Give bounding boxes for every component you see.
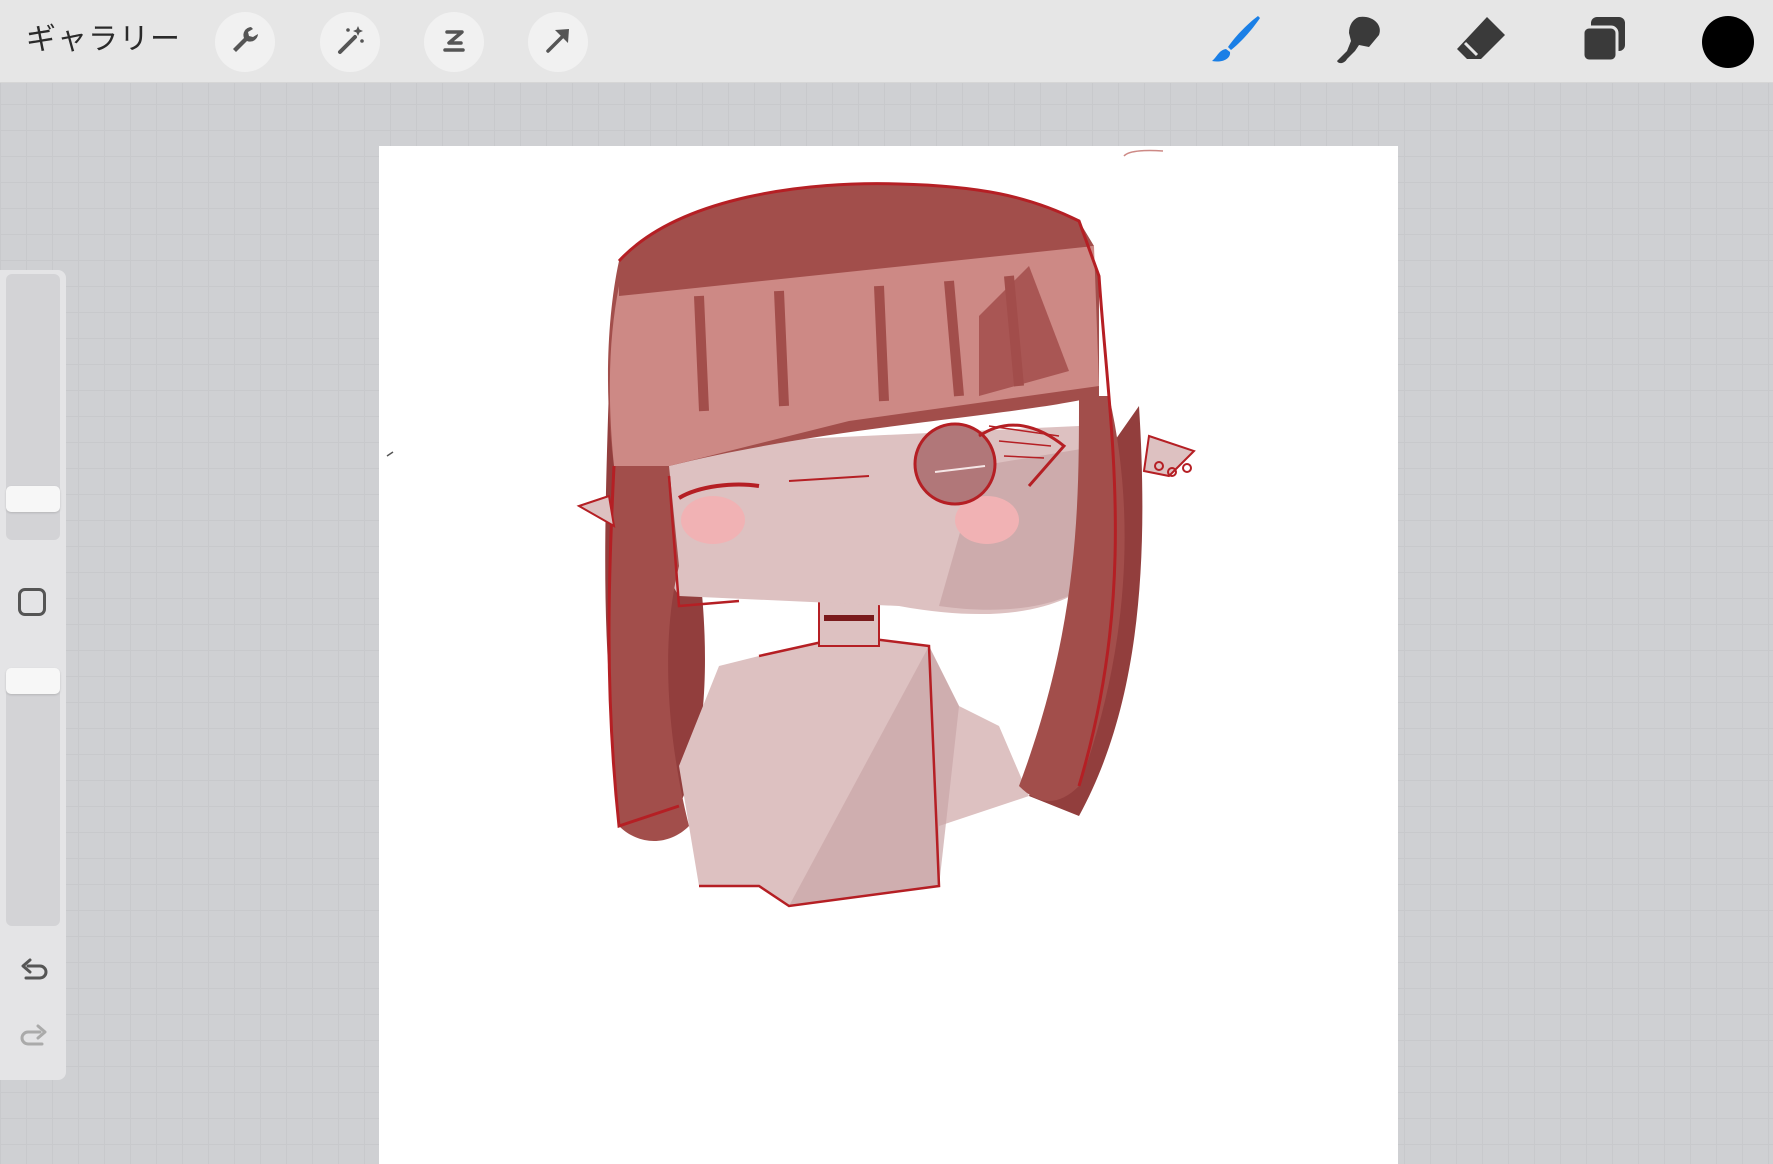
- brush-icon: [1206, 11, 1264, 73]
- magic-wand-icon: [333, 23, 367, 61]
- smudge-tool-button[interactable]: [1326, 10, 1390, 74]
- opacity-slider[interactable]: [6, 668, 60, 926]
- wrench-icon: [228, 23, 262, 61]
- character-sketch: [386, 149, 1196, 908]
- modify-button[interactable]: [18, 588, 46, 616]
- selection-button[interactable]: [424, 12, 484, 72]
- transform-arrow-icon: [541, 23, 575, 61]
- left-sidebar: [0, 270, 66, 1080]
- undo-button[interactable]: [14, 954, 54, 994]
- eraser-tool-button[interactable]: [1448, 10, 1512, 74]
- redo-button[interactable]: [14, 1020, 54, 1060]
- actions-button[interactable]: [215, 12, 275, 72]
- selection-icon: [437, 23, 471, 61]
- color-picker-button[interactable]: [1702, 16, 1754, 68]
- gallery-button[interactable]: ギャラリー: [26, 18, 181, 62]
- layers-button[interactable]: [1572, 10, 1636, 74]
- opacity-slider-thumb[interactable]: [6, 668, 60, 694]
- undo-icon: [18, 956, 50, 992]
- brush-size-slider-thumb[interactable]: [6, 486, 60, 512]
- transform-button[interactable]: [528, 12, 588, 72]
- smudge-icon: [1329, 11, 1387, 73]
- eraser-icon: [1451, 11, 1509, 73]
- drawing-canvas[interactable]: [379, 146, 1398, 1164]
- layers-icon: [1575, 11, 1633, 73]
- top-toolbar: ギャラリー: [0, 0, 1773, 83]
- adjustments-button[interactable]: [320, 12, 380, 72]
- redo-icon: [18, 1022, 50, 1058]
- brush-size-slider[interactable]: [6, 274, 60, 540]
- brush-tool-button[interactable]: [1203, 10, 1267, 74]
